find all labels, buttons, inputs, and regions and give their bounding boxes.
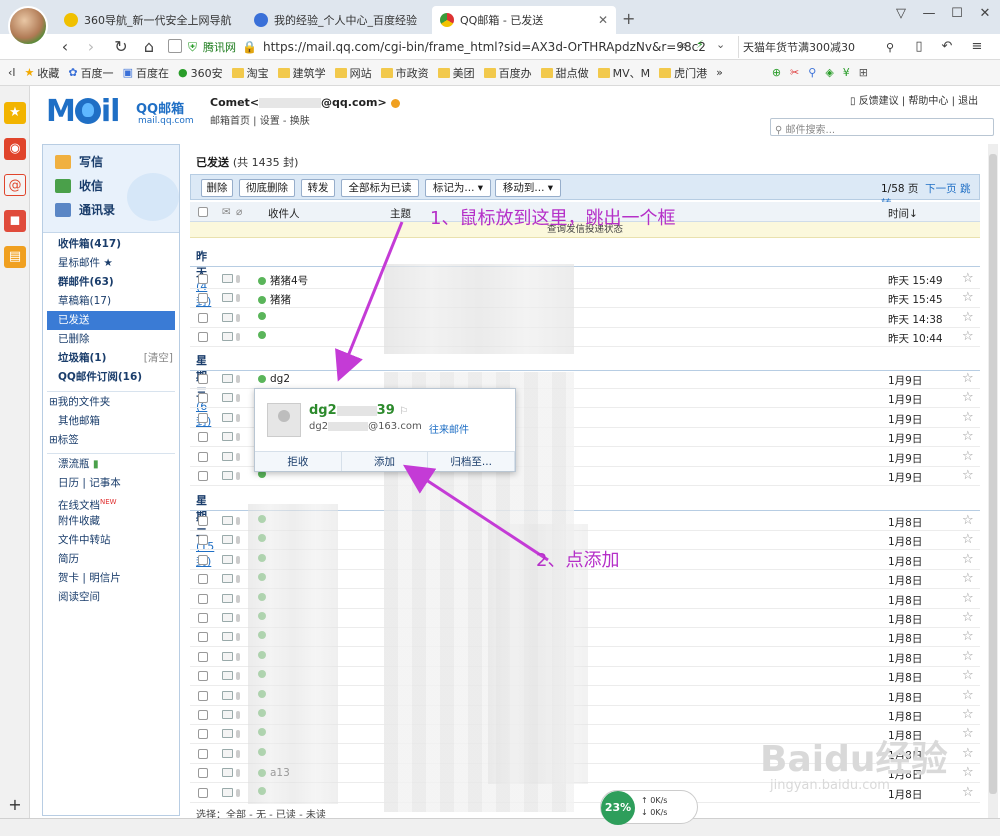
annotation-arrow-step1 bbox=[335, 221, 404, 382]
annotation-arrows bbox=[335, 221, 549, 562]
annotation-step1: 1、鼠标放到这里，跳出一个框 bbox=[430, 208, 676, 229]
speed-widget[interactable]: 23% ↑ 0K/s ↓ 0K/s bbox=[600, 790, 698, 825]
annotation-step2: 2、点添加 bbox=[536, 550, 620, 571]
net-rates: ↑ 0K/s ↓ 0K/s bbox=[641, 796, 668, 817]
memory-percent: 23% bbox=[601, 791, 635, 825]
annotation-arrow-step2 bbox=[402, 464, 549, 562]
